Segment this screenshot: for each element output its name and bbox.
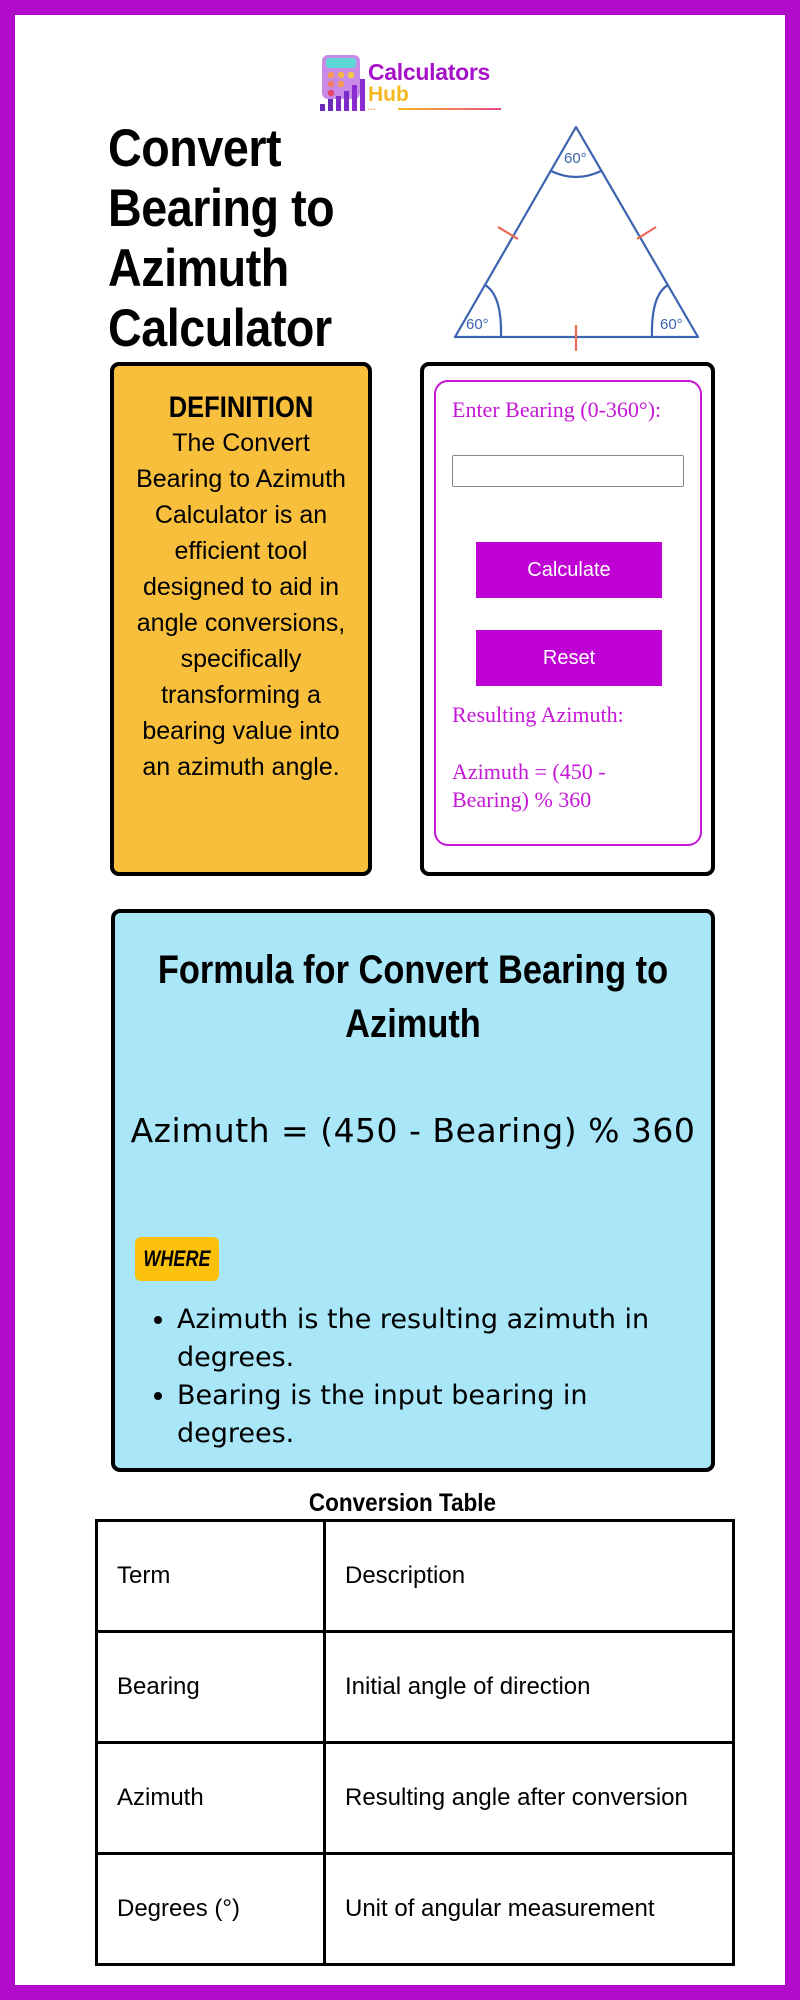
formula-expression: Azimuth = (450 - Bearing) % 360 <box>130 1111 696 1150</box>
table-cell: Unit of angular measurement <box>323 1852 735 1966</box>
angle-label-left: 60° <box>466 316 489 333</box>
table-header-row: Term Description <box>95 1519 735 1633</box>
table-row: Azimuth Resulting angle after conversion <box>95 1741 735 1855</box>
table-cell: Resulting angle after conversion <box>323 1741 735 1855</box>
angle-label-top: 60° <box>564 150 587 167</box>
table-row: Bearing Initial angle of direction <box>95 1630 735 1744</box>
tick-mark-right <box>636 226 657 240</box>
table-cell: Degrees (°) <box>95 1852 326 1966</box>
logo-text-hub: Hub <box>368 83 409 106</box>
logo-text-calculators: Calculators <box>368 59 490 85</box>
result-formula: Azimuth = (450 - Bearing) % 360 <box>452 759 606 812</box>
logo-dots: ••• <box>368 107 377 113</box>
page-title: Convert Bearing to Azimuth Calculator <box>108 119 335 358</box>
angle-label-right: 60° <box>660 316 683 333</box>
table-cell: Term <box>95 1519 326 1633</box>
equilateral-triangle-icon: 60° 60° 60° <box>453 125 700 351</box>
where-badge: WHERE <box>135 1237 219 1281</box>
variables-list: Azimuth is the resulting azimuth in degr… <box>137 1301 697 1453</box>
calculate-button[interactable]: Calculate <box>476 542 662 598</box>
formula-card: Formula for Convert Bearing to Azimuth A… <box>111 909 715 1472</box>
table-cell: Description <box>323 1519 735 1633</box>
table-cell: Azimuth <box>95 1741 326 1855</box>
variable-item: Bearing is the input bearing in degrees. <box>177 1377 697 1453</box>
calculator-card: Enter Bearing (0-360°): Calculate Reset … <box>420 362 715 876</box>
definition-text: The Convert Bearing to Azimuth Calculato… <box>136 429 346 781</box>
calculator-form: Enter Bearing (0-360°): Calculate Reset … <box>434 380 702 846</box>
definition-heading: DEFINITION <box>168 391 314 424</box>
table-title: Conversion Table <box>308 1489 497 1517</box>
variable-item: Azimuth is the resulting azimuth in degr… <box>177 1301 697 1377</box>
conversion-table: Term Description Bearing Initial angle o… <box>95 1519 735 1966</box>
calculator-chart-icon <box>320 55 365 111</box>
where-badge-label: WHERE <box>143 1246 211 1271</box>
angle-arc-top <box>550 170 602 179</box>
table-cell: Initial angle of direction <box>323 1630 735 1744</box>
table-cell: Bearing <box>95 1630 326 1744</box>
bearing-input[interactable] <box>452 455 684 487</box>
definition-card: DEFINITION The Convert Bearing to Azimut… <box>110 362 372 876</box>
bearing-input-label: Enter Bearing (0-360°): <box>452 397 662 422</box>
logo-underline <box>398 108 501 110</box>
result-label: Resulting Azimuth: <box>452 702 624 727</box>
table-row: Degrees (°) Unit of angular measurement <box>95 1852 735 1966</box>
formula-title: Formula for Convert Bearing to Azimuth <box>157 948 669 1046</box>
reset-button[interactable]: Reset <box>476 630 662 686</box>
